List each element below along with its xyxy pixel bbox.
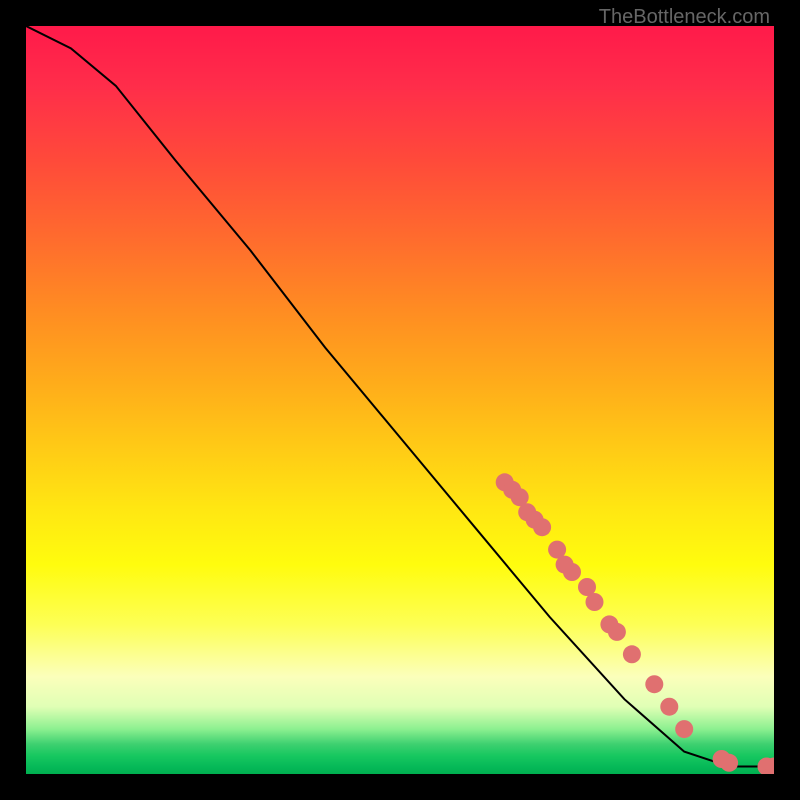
chart-svg bbox=[26, 26, 774, 774]
chart-container: TheBottleneck.com bbox=[0, 0, 800, 800]
data-markers bbox=[496, 473, 774, 774]
curve-line bbox=[26, 26, 774, 767]
data-marker bbox=[645, 675, 663, 693]
curve-path bbox=[26, 26, 774, 767]
data-marker bbox=[720, 754, 738, 772]
data-marker bbox=[608, 623, 626, 641]
plot-area bbox=[26, 26, 774, 774]
data-marker bbox=[675, 720, 693, 738]
data-marker bbox=[563, 563, 581, 581]
data-marker bbox=[660, 698, 678, 716]
watermark-text: TheBottleneck.com bbox=[599, 6, 770, 29]
data-marker bbox=[533, 518, 551, 536]
data-marker bbox=[623, 645, 641, 663]
data-marker bbox=[586, 593, 604, 611]
